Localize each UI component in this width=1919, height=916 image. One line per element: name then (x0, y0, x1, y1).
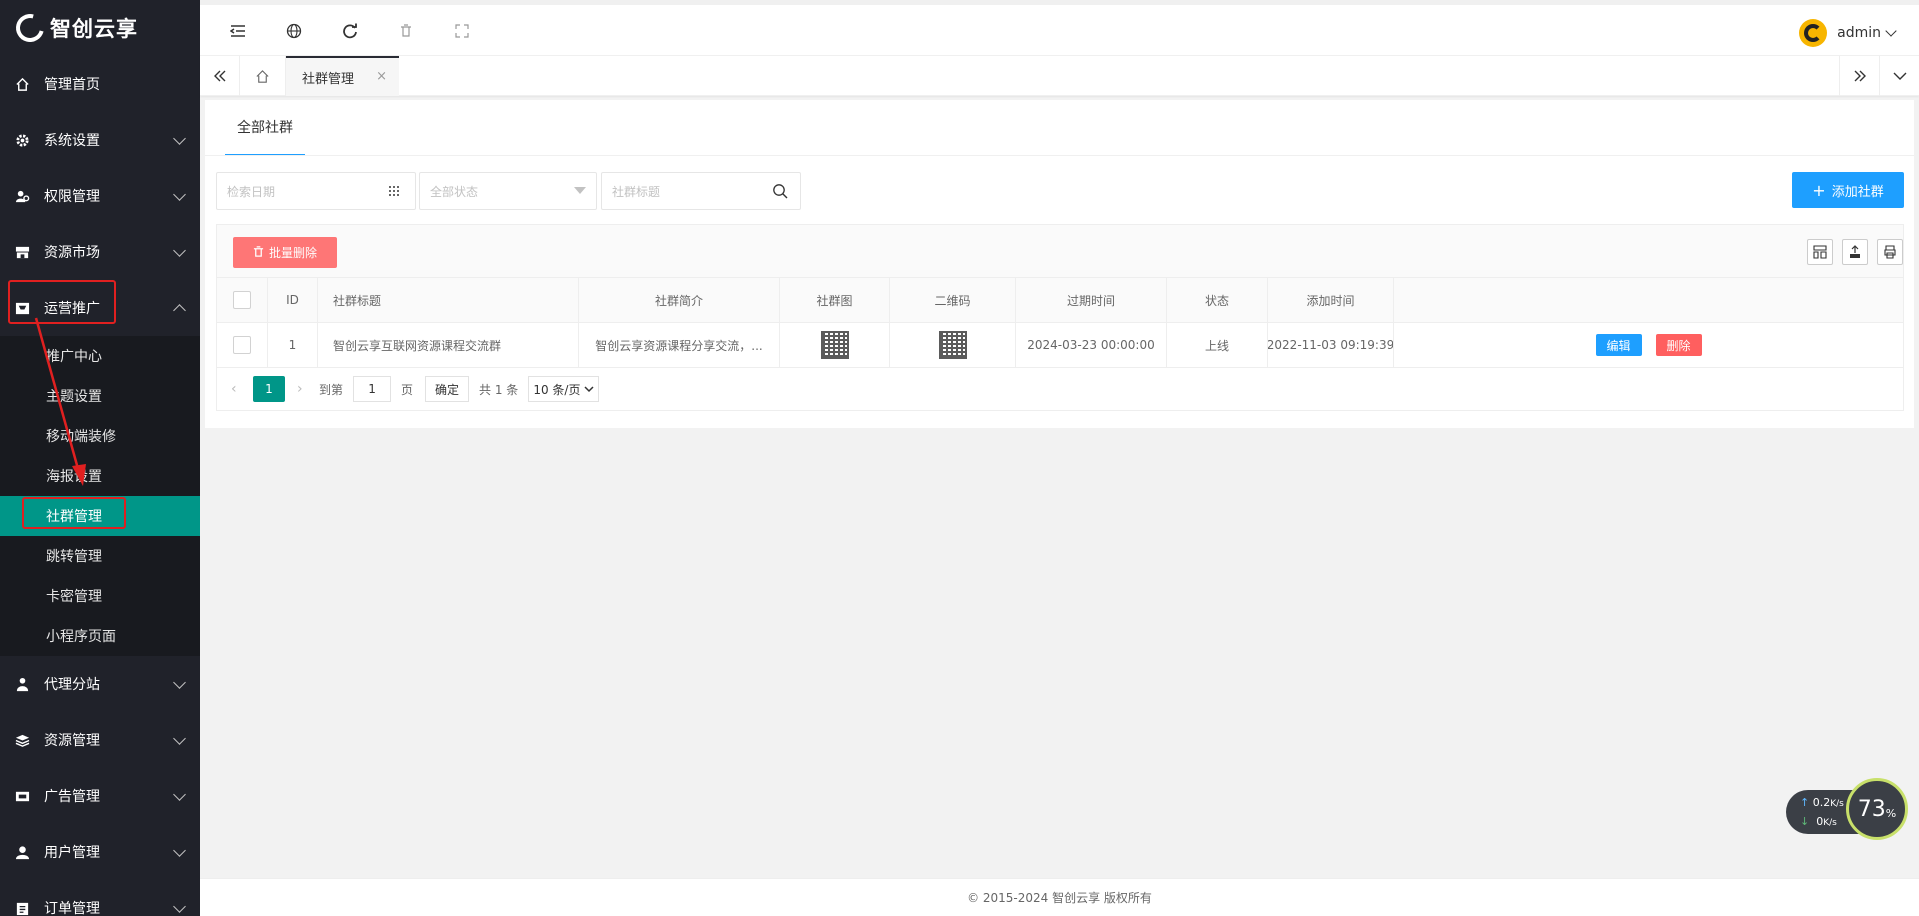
select-all-cell (217, 278, 268, 322)
cell-title: 智创云享互联网资源课程交流群 (318, 323, 579, 367)
goto-label: 到第 (319, 382, 344, 397)
tab-home-icon[interactable] (240, 56, 286, 96)
edit-button[interactable]: 编辑 (1595, 334, 1642, 356)
column-header-expire: 过期时间 (1016, 278, 1167, 322)
column-header-intro: 社群简介 (579, 278, 780, 322)
cell-actions: 编辑 删除 (1394, 323, 1903, 367)
annotation-arrow (34, 317, 86, 486)
date-filter-input[interactable]: 检索日期 (216, 172, 416, 210)
plus-icon: + (1812, 180, 1826, 200)
date-filter-placeholder: 检索日期 (227, 184, 276, 199)
status-select[interactable]: 全部状态 (419, 172, 597, 210)
total-count: 共 1 条 (479, 382, 519, 397)
cell-intro: 智创云享资源课程分享交流，... (579, 323, 780, 367)
tabs-scroll-left-icon[interactable] (200, 56, 240, 96)
tab-label: 全部社群 (237, 120, 293, 136)
column-header-status: 状态 (1167, 278, 1268, 322)
avatar (1799, 19, 1828, 47)
tab-all-communities[interactable]: 全部社群 (225, 100, 305, 156)
calendar-icon (388, 184, 401, 200)
column-header-title: 社群标题 (318, 278, 579, 322)
collapse-menu-icon[interactable] (228, 21, 248, 41)
add-community-label: 添加社群 (1831, 184, 1884, 200)
tab-community[interactable]: 社群管理 × (286, 56, 399, 96)
page-tabs-bar: 社群管理 × (200, 56, 1919, 96)
refresh-icon[interactable] (340, 21, 360, 41)
user-name: admin (1837, 25, 1881, 41)
trash-icon (253, 245, 264, 260)
row-select-cell (217, 323, 268, 367)
goto-confirm-button[interactable]: 确定 (425, 376, 470, 402)
upload-arrow-icon: ↑ (1800, 796, 1810, 809)
export-icon[interactable] (1842, 239, 1868, 265)
next-page-icon[interactable]: › (297, 381, 307, 397)
tab-label: 社群管理 (302, 71, 355, 87)
memory-usage-value: 73 (1857, 796, 1886, 822)
page-size-value: 10 条/页 (533, 382, 581, 397)
search-icon[interactable] (772, 183, 788, 202)
print-icon[interactable] (1877, 239, 1903, 265)
clear-cache-icon[interactable] (396, 21, 416, 41)
download-unit: K/s (1823, 818, 1837, 828)
column-header-added: 添加时间 (1268, 278, 1394, 322)
cell-status: 上线 (1167, 323, 1268, 367)
column-header-qrcode: 二维码 (890, 278, 1016, 322)
cell-image (780, 323, 890, 367)
globe-icon[interactable] (284, 21, 304, 41)
row-checkbox[interactable] (233, 336, 251, 354)
add-community-button[interactable]: + 添加社群 (1792, 172, 1904, 208)
upload-value: 0.2 (1812, 796, 1831, 809)
tabs-scroll-right-icon[interactable] (1839, 56, 1879, 96)
cell-id: 1 (268, 323, 318, 367)
title-search-input[interactable]: 社群标题 (601, 172, 801, 210)
caret-down-icon (574, 187, 586, 194)
community-table: 批量删除 ID 社群标题 社群简介 社群图 二维码 过期时间 状态 添加时间 1… (216, 224, 1904, 411)
memory-usage-unit: % (1885, 806, 1897, 820)
download-arrow-icon: ↓ (1800, 815, 1810, 828)
cell-expire: 2024-03-23 00:00:00 (1016, 323, 1167, 367)
status-select-placeholder: 全部状态 (430, 184, 479, 199)
cell-qrcode (890, 323, 1016, 367)
current-page[interactable]: 1 (253, 376, 285, 402)
tabs-menu-icon[interactable] (1879, 56, 1919, 96)
top-header: admin (200, 0, 1919, 56)
select-all-checkbox[interactable] (233, 291, 251, 309)
batch-delete-button[interactable]: 批量删除 (233, 237, 337, 268)
network-speed-widget[interactable]: ↑ 0.2K/s ↓ 0K/s 73% (1786, 778, 1908, 840)
column-header-id: ID (268, 278, 318, 322)
close-icon[interactable]: × (376, 69, 387, 84)
community-image-thumbnail[interactable] (820, 331, 849, 359)
title-search-placeholder: 社群标题 (612, 184, 661, 199)
qr-code-thumbnail[interactable] (938, 331, 967, 359)
memory-usage-gauge: 73% (1846, 778, 1908, 840)
upload-unit: K/s (1830, 799, 1844, 809)
page-number-input[interactable]: 1 (353, 376, 392, 402)
batch-delete-label: 批量删除 (268, 246, 317, 260)
prev-page-icon[interactable]: ‹ (231, 381, 241, 397)
column-header-actions (1394, 278, 1903, 322)
content-card: 全部社群 检索日期 全部状态 社群标题 + 添加社群 批量删除 ID 社群标题 … (205, 100, 1914, 428)
page-size-select[interactable]: 10 条/页 (528, 376, 600, 402)
chevron-down-icon (584, 386, 594, 393)
page-unit-label: 页 (401, 382, 414, 397)
table-header: ID 社群标题 社群简介 社群图 二维码 过期时间 状态 添加时间 (217, 278, 1903, 323)
cell-added: 2022-11-03 09:19:39 (1268, 323, 1394, 367)
table-row: 1 智创云享互联网资源课程交流群 智创云享资源课程分享交流，... 2024-0… (217, 323, 1903, 368)
fullscreen-icon[interactable] (452, 21, 472, 41)
tab-divider (205, 155, 1914, 156)
column-header-image: 社群图 (780, 278, 890, 322)
chevron-down-icon (1885, 25, 1897, 37)
footer: © 2015-2024 智创云享 版权所有 (200, 878, 1919, 916)
copyright-text: © 2015-2024 智创云享 版权所有 (967, 891, 1152, 905)
table-toolbar: 批量删除 (217, 225, 1903, 278)
pagination: ‹ 1 › 到第 1 页 确定 共 1 条 10 条/页 (217, 368, 1903, 410)
user-menu[interactable]: admin (1799, 19, 1897, 47)
delete-button[interactable]: 删除 (1655, 334, 1702, 356)
columns-filter-icon[interactable] (1807, 239, 1833, 265)
